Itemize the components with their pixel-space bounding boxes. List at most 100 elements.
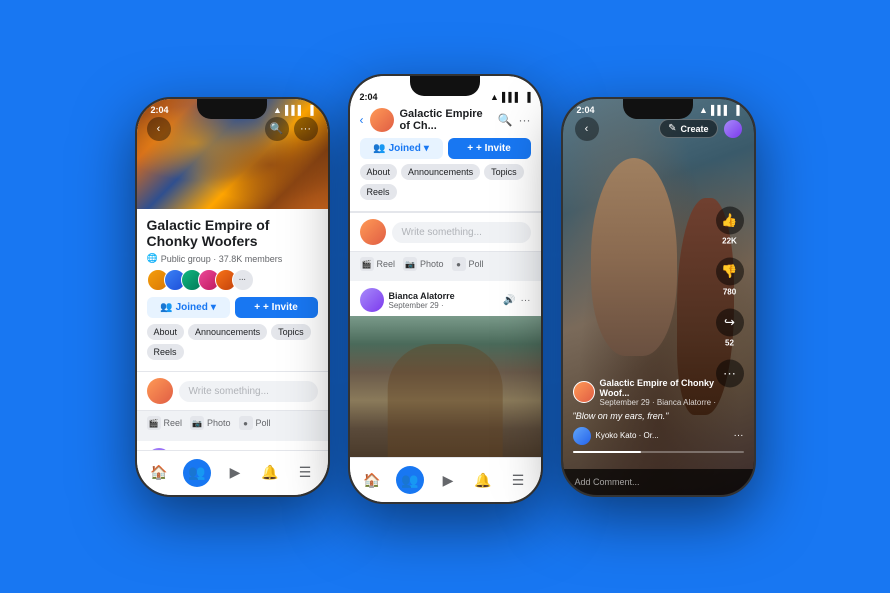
tab-reels-1[interactable]: Reels bbox=[147, 344, 184, 360]
menu-nav-icon-2[interactable]: ☰ bbox=[507, 469, 529, 491]
write-box-2: Write something... bbox=[350, 212, 541, 251]
post-card-1: Bianca Alatorre September 29 · 🔊 ··· bbox=[137, 441, 328, 449]
reel-progress-bar bbox=[573, 451, 744, 453]
post-author-info-2: Bianca Alatorre September 29 · bbox=[389, 291, 455, 310]
write-placeholder-2[interactable]: Write something... bbox=[392, 222, 531, 243]
photo-action-1[interactable]: 📷 Photo bbox=[190, 416, 231, 430]
bell-nav-icon-2[interactable]: 🔔 bbox=[472, 469, 494, 491]
chevron-icon-2: ▾ bbox=[424, 143, 429, 154]
comment-more[interactable]: ··· bbox=[734, 430, 744, 441]
status-time-1: 2:04 bbox=[151, 105, 169, 115]
video-nav-icon-2[interactable]: ▶ bbox=[437, 469, 459, 491]
joined-button-2[interactable]: 👥 Joined ▾ bbox=[360, 138, 443, 159]
tab-topics-1[interactable]: Topics bbox=[271, 324, 311, 340]
joined-icon: 👥 bbox=[160, 302, 172, 313]
battery-icon-3: ▐ bbox=[733, 105, 739, 115]
reel-commenter: Kyoko Kato · Or... ··· bbox=[573, 427, 744, 445]
back-button-1[interactable]: ‹ bbox=[147, 117, 171, 141]
post-header-2: Bianca Alatorre September 29 · 🔊 ··· bbox=[350, 281, 541, 316]
like-count: 22K bbox=[722, 236, 737, 245]
invite-button-1[interactable]: + + Invite bbox=[235, 297, 318, 318]
reel-progress-fill bbox=[573, 451, 641, 453]
video-nav-icon-1[interactable]: ▶ bbox=[224, 462, 246, 484]
member-avatars-1: ··· bbox=[147, 269, 318, 291]
wifi-icon: ▲ bbox=[273, 105, 282, 115]
group-nav-icon-2[interactable]: 👥 bbox=[396, 466, 424, 494]
tab-about-2[interactable]: About bbox=[360, 164, 398, 180]
write-box-1: Write something... bbox=[137, 371, 328, 410]
reel-quote: "Blow on my ears, fren." bbox=[573, 411, 744, 421]
phone-3-screen: 2:04 ▲ ▌▌▌ ▐ ‹ ✎ Create bbox=[563, 99, 754, 495]
more-button-1[interactable]: ··· bbox=[294, 117, 318, 141]
battery-icon-2: ▐ bbox=[524, 92, 530, 102]
post-date-2: September 29 · bbox=[389, 301, 455, 310]
more-icon-2[interactable]: ··· bbox=[519, 113, 531, 127]
status-icons-2: ▲ ▌▌▌ ▐ bbox=[490, 92, 530, 102]
group-name-2: Galactic Empire of Ch... bbox=[400, 108, 492, 132]
reel-icon: 🎬 bbox=[147, 416, 161, 430]
tab-announcements-2[interactable]: Announcements bbox=[401, 164, 480, 180]
top-row-2: ‹ Galactic Empire of Ch... 🔍 ··· bbox=[360, 108, 531, 132]
person-add-icon: + bbox=[254, 302, 260, 313]
group-tabs-1: About Announcements Topics Reels bbox=[147, 324, 318, 360]
back-button-3[interactable]: ‹ bbox=[575, 117, 599, 141]
post-header-1: Bianca Alatorre September 29 · 🔊 ··· bbox=[137, 441, 328, 449]
chevron-down-icon: ▾ bbox=[211, 302, 216, 313]
share-count: 52 bbox=[725, 338, 734, 347]
home-nav-icon-2[interactable]: 🏠 bbox=[361, 469, 383, 491]
poll-icon-2: ● bbox=[452, 257, 466, 271]
reel-bottom-info: Galactic Empire of Chonky Woof... Septem… bbox=[563, 378, 754, 445]
reel-action-2[interactable]: 🎬 Reel bbox=[360, 257, 396, 271]
photo-icon: 📷 bbox=[190, 416, 204, 430]
battery-icon: ▐ bbox=[307, 105, 313, 115]
globe-icon: 🌐 bbox=[147, 253, 158, 264]
search-icon-2[interactable]: 🔍 bbox=[498, 113, 513, 127]
sound-icon-2[interactable]: 🔊 bbox=[503, 295, 515, 306]
photo-icon-2: 📷 bbox=[403, 257, 417, 271]
group-tabs-2: About Announcements Topics Reels bbox=[360, 164, 531, 200]
tab-about-1[interactable]: About bbox=[147, 324, 185, 340]
tab-reels-2[interactable]: Reels bbox=[360, 184, 397, 200]
add-comment-input[interactable]: Add Comment... bbox=[575, 477, 742, 487]
write-placeholder-1[interactable]: Write something... bbox=[179, 381, 318, 402]
reel-action-1[interactable]: 🎬 Reel bbox=[147, 416, 183, 430]
like-action[interactable]: 👍 22K bbox=[716, 206, 744, 245]
reel-actions: 👍 22K 👎 780 ↪ 52 ··· bbox=[716, 206, 744, 387]
group-meta-1: 🌐 Public group · 37.8K members bbox=[147, 253, 318, 264]
phone-2: 2:04 ▲ ▌▌▌ ▐ ‹ Galactic Empire of Ch... … bbox=[348, 74, 543, 504]
group-nav-icon-1[interactable]: 👥 bbox=[183, 459, 211, 487]
create-button[interactable]: ✎ Create bbox=[659, 119, 717, 138]
share-action[interactable]: ↪ 52 bbox=[716, 308, 744, 347]
reel-bottom-bar: Add Comment... bbox=[563, 469, 754, 495]
signal-icon-2: ▌▌▌ bbox=[502, 92, 521, 102]
more-options-2[interactable]: ··· bbox=[521, 295, 531, 306]
poll-action-2[interactable]: ● Poll bbox=[452, 257, 484, 271]
tab-announcements-1[interactable]: Announcements bbox=[188, 324, 267, 340]
back-button-2[interactable]: ‹ bbox=[360, 113, 364, 127]
dislike-count: 780 bbox=[723, 287, 736, 296]
action-buttons-1: 👥 Joined ▾ + + Invite bbox=[147, 297, 318, 318]
invite-button-2[interactable]: + + Invite bbox=[448, 138, 531, 159]
phone-1: 2:04 ▲ ▌▌▌ ▐ ‹ 🔍 ··· Galacti bbox=[135, 97, 330, 497]
member-avatar-more: ··· bbox=[232, 269, 254, 291]
poll-action-1[interactable]: ● Poll bbox=[239, 416, 271, 430]
dislike-action[interactable]: 👎 780 bbox=[716, 257, 744, 296]
menu-nav-icon-1[interactable]: ☰ bbox=[294, 462, 316, 484]
phone-1-notch bbox=[197, 99, 267, 119]
signal-icon-3: ▌▌▌ bbox=[711, 105, 730, 115]
bell-nav-icon-1[interactable]: 🔔 bbox=[259, 462, 281, 484]
search-button-1[interactable]: 🔍 bbox=[265, 117, 289, 141]
home-nav-icon-1[interactable]: 🏠 bbox=[148, 462, 170, 484]
reel-bottom-bar-inner: Add Comment... bbox=[575, 477, 742, 487]
joined-button-1[interactable]: 👥 Joined ▾ bbox=[147, 297, 230, 318]
tab-topics-2[interactable]: Topics bbox=[484, 164, 524, 180]
status-time-3: 2:04 bbox=[577, 105, 595, 115]
post-image-2 bbox=[350, 316, 541, 457]
photo-action-2[interactable]: 📷 Photo bbox=[403, 257, 444, 271]
reel-icon-2: 🎬 bbox=[360, 257, 374, 271]
post-card-2: Bianca Alatorre September 29 · 🔊 ··· bbox=[350, 281, 541, 457]
group-info-1: Galactic Empire of Chonky Woofers 🌐 Publ… bbox=[137, 209, 328, 372]
user-avatar-3[interactable] bbox=[724, 120, 742, 138]
joined-icon-2: 👥 bbox=[373, 143, 385, 154]
post-actions-2: 🎬 Reel 📷 Photo ● Poll bbox=[350, 251, 541, 276]
